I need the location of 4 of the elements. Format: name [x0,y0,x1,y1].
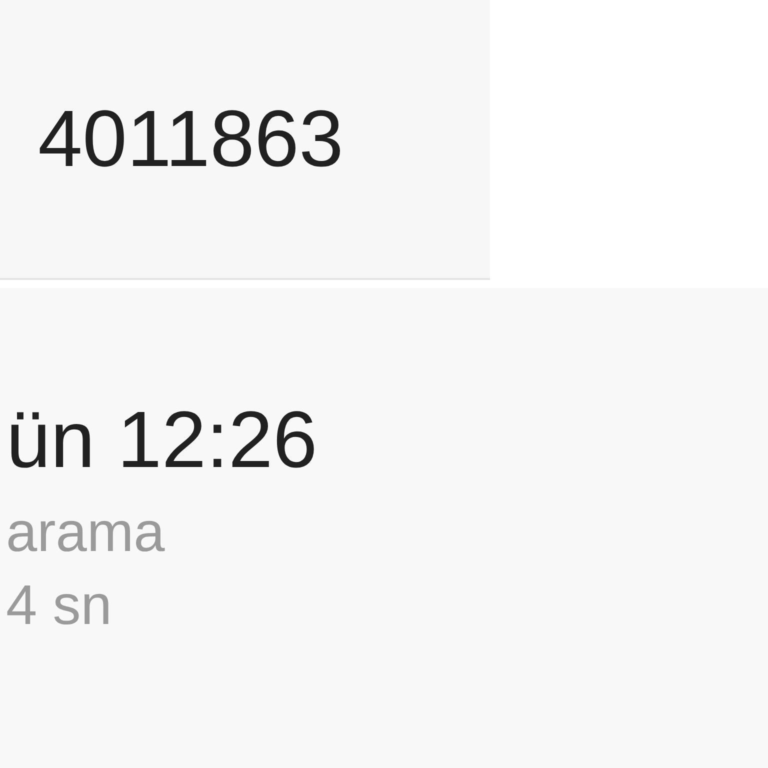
call-type: arama [6,499,165,565]
phone-number: 4011863 [38,99,344,179]
call-time: ün 12:26 [6,400,318,480]
call-duration: 4 sn [6,572,112,638]
